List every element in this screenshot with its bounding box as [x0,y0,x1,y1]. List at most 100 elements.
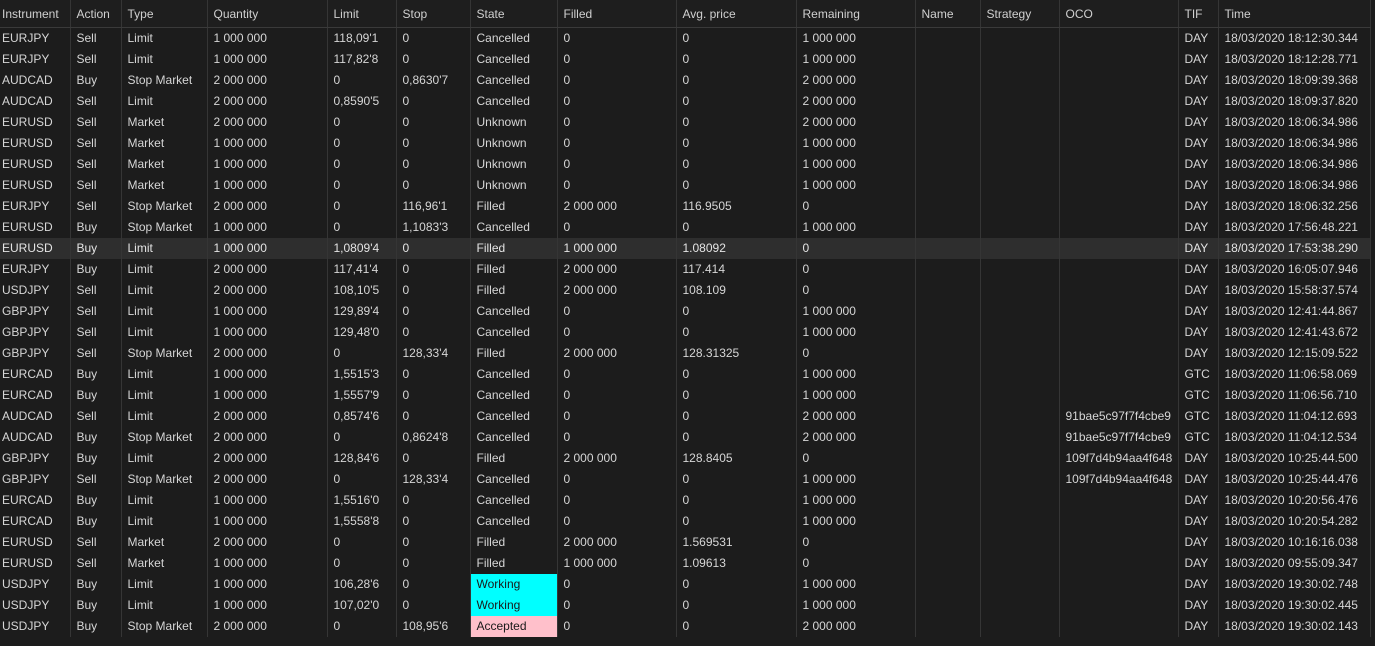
cell-oco [1059,70,1179,91]
cell-avg-price: 0 [676,27,797,49]
order-row[interactable]: EURJPY Buy Limit 2 000 000 117,41'4 0 Filled 2 … [0,259,1371,280]
cell-time: 18/03/2020 10:16:16.038 [1218,532,1371,553]
order-row[interactable]: EURUSD Sell Market 1 000 000 0 0 Unknown 0 0 1 00… [0,175,1371,196]
cell-instrument: USDJPY [0,616,71,637]
order-row[interactable]: EURJPY Sell Limit 1 000 000 117,82'8 0 Cancell… [0,49,1371,70]
cell-limit: 108,10'5 [327,280,397,301]
cell-stop: 0 [396,511,471,532]
cell-type: Stop Market [121,469,208,490]
column-header-quantity[interactable]: Quantity [207,0,328,28]
cell-tif: DAY [1178,238,1219,259]
cell-action: Buy [70,217,122,238]
order-row[interactable]: EURUSD Sell Market 1 000 000 0 0 Filled 1 000 0… [0,553,1371,574]
cell-remaining: 0 [796,280,916,301]
order-row[interactable]: USDJPY Buy Stop Market 2 000 000 0 108,95'6 Ac… [0,616,1371,637]
cell-instrument: GBPJPY [0,322,71,343]
cell-oco [1059,322,1179,343]
cell-remaining: 1 000 000 [796,595,916,616]
column-header-type[interactable]: Type [121,0,208,28]
cell-time: 18/03/2020 18:06:32.256 [1218,196,1371,217]
order-row[interactable]: AUDCAD Sell Limit 2 000 000 0,8574'6 0 Cancell… [0,406,1371,427]
column-header-limit[interactable]: Limit [327,0,397,28]
order-row[interactable]: AUDCAD Buy Stop Market 2 000 000 0 0,8624'8 Ca… [0,427,1371,448]
order-row[interactable]: GBPJPY Buy Limit 2 000 000 128,84'6 0 Filled 2 … [0,448,1371,469]
column-header-filled[interactable]: Filled [557,0,677,28]
order-row[interactable]: EURJPY Sell Stop Market 2 000 000 0 116,96'1 F… [0,196,1371,217]
column-header-instrument[interactable]: Instrument [0,0,71,28]
cell-type: Limit [121,511,208,532]
order-row[interactable]: EURUSD Buy Stop Market 1 000 000 0 1,1083'3 Ca… [0,217,1371,238]
cell-avg-price: 108.109 [676,280,797,301]
cell-name [915,322,981,343]
cell-time: 18/03/2020 19:30:02.445 [1218,595,1371,616]
cell-filled: 0 [557,27,677,49]
order-row[interactable]: EURUSD Sell Market 1 000 000 0 0 Unknown 0 0 1 00… [0,154,1371,175]
cell-oco [1059,301,1179,322]
cell-time: 18/03/2020 09:55:09.347 [1218,553,1371,574]
column-header-remaining[interactable]: Remaining [796,0,916,28]
cell-remaining: 2 000 000 [796,112,916,133]
order-row[interactable]: EURJPY Sell Limit 1 000 000 118,09'1 0 Cancell… [0,27,1371,49]
order-row[interactable]: EURCAD Buy Limit 1 000 000 1,5557'9 0 Cancelle… [0,385,1371,406]
order-row[interactable]: EURUSD Buy Limit 1 000 000 1,0809'4 0 Filled 1 … [0,238,1371,259]
order-row[interactable]: EURCAD Buy Limit 1 000 000 1,5558'8 0 Cancelle… [0,511,1371,532]
order-row[interactable]: EURUSD Sell Market 2 000 000 0 0 Unknown 0 0 2 00… [0,112,1371,133]
cell-tif: DAY [1178,70,1219,91]
cell-state: Filled [470,343,558,364]
column-header-oco[interactable]: OCO [1059,0,1179,28]
order-row[interactable]: AUDCAD Buy Stop Market 2 000 000 0 0,8630'7 Ca… [0,70,1371,91]
cell-state: Filled [470,259,558,280]
order-row[interactable]: GBPJPY Sell Limit 1 000 000 129,89'4 0 Cancell… [0,301,1371,322]
order-row[interactable]: GBPJPY Sell Stop Market 2 000 000 0 128,33'4 C… [0,469,1371,490]
cell-strategy [980,91,1060,112]
cell-name [915,27,981,49]
order-row[interactable]: GBPJPY Sell Limit 1 000 000 129,48'0 0 Cancell… [0,322,1371,343]
column-header-state[interactable]: State [470,0,558,28]
cell-avg-price: 117.414 [676,259,797,280]
order-row[interactable]: GBPJPY Sell Stop Market 2 000 000 0 128,33'4 F… [0,343,1371,364]
cell-type: Stop Market [121,616,208,637]
cell-strategy [980,27,1060,49]
order-row[interactable]: EURUSD Sell Market 1 000 000 0 0 Unknown 0 0 1 00… [0,133,1371,154]
cell-strategy [980,553,1060,574]
cell-strategy [980,343,1060,364]
cell-type: Limit [121,385,208,406]
column-header-tif[interactable]: TIF [1178,0,1219,28]
cell-action: Buy [70,511,122,532]
cell-instrument: USDJPY [0,595,71,616]
cell-action: Sell [70,27,122,49]
order-row[interactable]: EURUSD Sell Market 2 000 000 0 0 Filled 2 000 0… [0,532,1371,553]
cell-oco [1059,511,1179,532]
order-row[interactable]: USDJPY Sell Limit 2 000 000 108,10'5 0 Filled 2… [0,280,1371,301]
cell-state: Cancelled [470,91,558,112]
cell-filled: 0 [557,322,677,343]
cell-name [915,511,981,532]
order-row[interactable]: EURCAD Buy Limit 1 000 000 1,5515'3 0 Cancelle… [0,364,1371,385]
cell-action: Buy [70,448,122,469]
cell-filled: 0 [557,595,677,616]
cell-avg-price: 0 [676,133,797,154]
order-row[interactable]: EURCAD Buy Limit 1 000 000 1,5516'0 0 Cancelle… [0,490,1371,511]
order-row[interactable]: AUDCAD Sell Limit 2 000 000 0,8590'5 0 Cancell… [0,91,1371,112]
column-header-name[interactable]: Name [915,0,981,28]
cell-remaining: 1 000 000 [796,175,916,196]
cell-remaining: 1 000 000 [796,490,916,511]
order-row[interactable]: USDJPY Buy Limit 1 000 000 106,28'6 0 Working 0… [0,574,1371,595]
cell-strategy [980,280,1060,301]
order-row[interactable]: USDJPY Buy Limit 1 000 000 107,02'0 0 Working 0… [0,595,1371,616]
cell-stop: 0,8630'7 [396,70,471,91]
column-header-avg-price[interactable]: Avg. price [676,0,797,28]
cell-stop: 128,33'4 [396,469,471,490]
cell-limit: 0 [327,154,397,175]
cell-type: Market [121,175,208,196]
cell-avg-price: 0 [676,616,797,637]
column-header-action[interactable]: Action [70,0,122,28]
cell-strategy [980,259,1060,280]
cell-tif: DAY [1178,322,1219,343]
cell-name [915,196,981,217]
column-header-stop[interactable]: Stop [396,0,471,28]
cell-time: 18/03/2020 10:25:44.476 [1218,469,1371,490]
cell-name [915,490,981,511]
column-header-time[interactable]: Time [1218,0,1371,28]
column-header-strategy[interactable]: Strategy [980,0,1060,28]
